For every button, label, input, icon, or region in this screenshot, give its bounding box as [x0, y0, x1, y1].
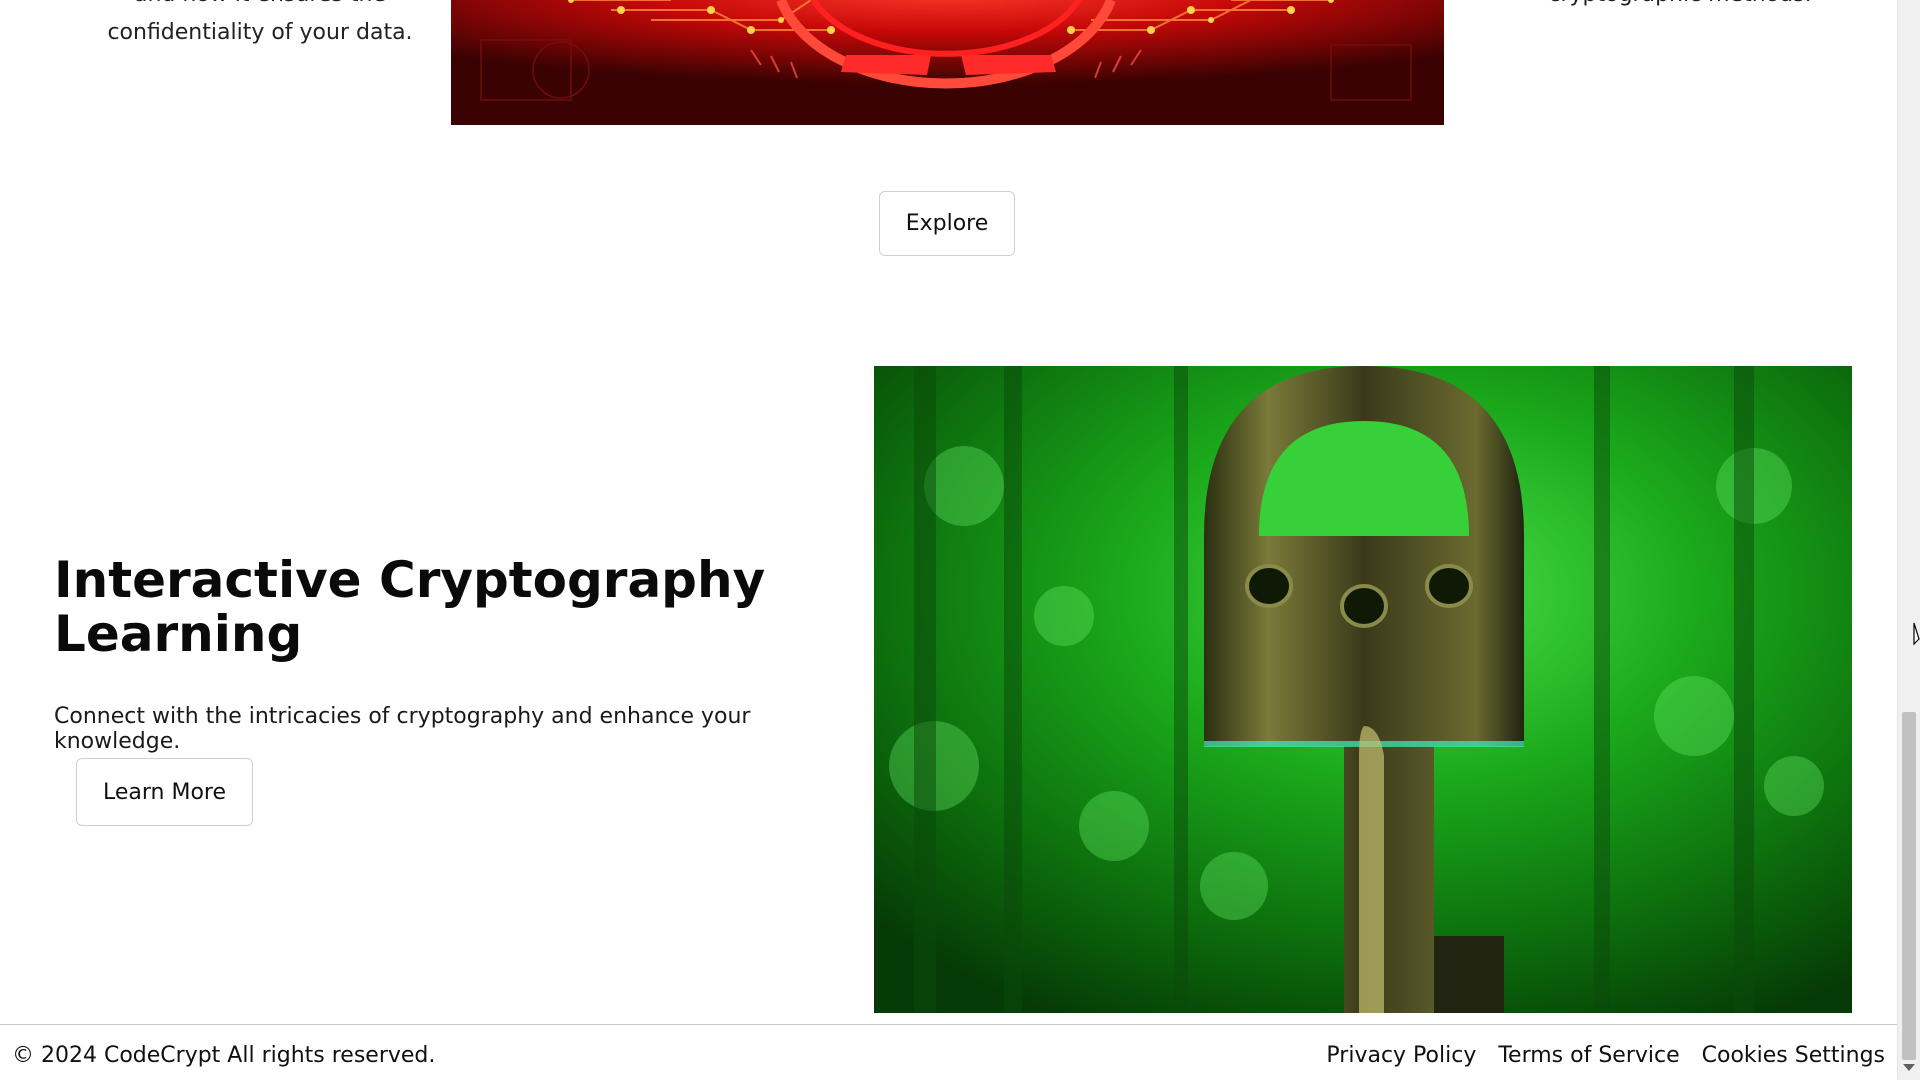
section-description: Connect with the intricacies of cryptogr…: [54, 704, 751, 754]
top-left-line-2: confidentiality of your data.: [107, 20, 413, 45]
top-right-description: cryptographic methods.: [1500, 0, 1860, 14]
scroll-down-arrow-icon[interactable]: [1903, 1064, 1915, 1071]
key-image: [874, 366, 1852, 1013]
cookies-settings-link[interactable]: Cookies Settings: [1702, 1043, 1885, 1068]
key-icon: [874, 366, 1852, 1013]
terms-of-service-link[interactable]: Terms of Service: [1498, 1043, 1679, 1068]
red-cyber-image: [451, 0, 1444, 125]
top-right-line-1: cryptographic methods.: [1500, 0, 1860, 14]
scrollbar-thumb[interactable]: [1902, 712, 1916, 1060]
footer-copyright: © 2024 CodeCrypt All rights reserved.: [12, 1043, 436, 1068]
circuit-graphic: [451, 0, 1444, 125]
mouse-cursor-icon: [1913, 622, 1920, 646]
privacy-policy-link[interactable]: Privacy Policy: [1326, 1043, 1476, 1068]
footer-links: Privacy Policy Terms of Service Cookies …: [1326, 1043, 1885, 1068]
section-title: Interactive Cryptography Learning: [54, 551, 766, 663]
explore-button[interactable]: Explore: [879, 191, 1015, 256]
top-left-line-1: and how it ensures the: [100, 0, 420, 14]
top-left-description: and how it ensures the confidentiality o…: [100, 0, 420, 52]
footer: © 2024 CodeCrypt All rights reserved. Pr…: [0, 1024, 1897, 1080]
vertical-scrollbar[interactable]: [1897, 0, 1920, 1080]
learn-more-button[interactable]: Learn More: [76, 758, 253, 826]
page: and how it ensures the confidentiality o…: [0, 0, 1897, 1080]
